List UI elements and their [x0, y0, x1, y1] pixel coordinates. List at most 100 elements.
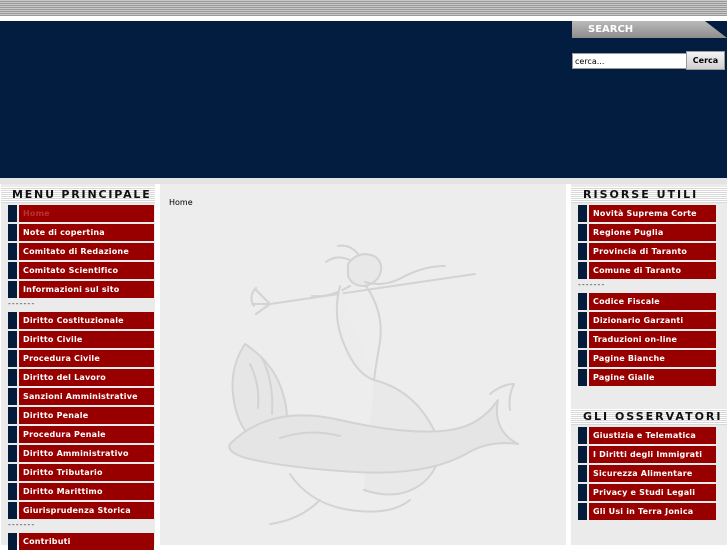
menu-item-note-di-copertina[interactable]: Note di copertina	[8, 224, 155, 241]
menu-item-informazioni[interactable]: Informazioni sul sito	[8, 281, 155, 298]
menu-item-diritto-civile[interactable]: Diritto Civile	[8, 331, 155, 348]
menu-item-label: Traduzioni on-line	[589, 331, 716, 348]
menu-separator: -------	[8, 520, 36, 529]
law-menu: Diritto Costituzionale Diritto Civile Pr…	[1, 312, 155, 519]
menu-item-bar	[8, 281, 17, 298]
menu-item-diritto-lavoro[interactable]: Diritto del Lavoro	[8, 369, 155, 386]
menu-item-bar	[8, 350, 17, 367]
menu-item-bar	[578, 224, 587, 241]
menu-item-label: Gli Usi in Terra Jonica	[589, 503, 716, 520]
siren-dolphin-illustration	[228, 244, 519, 525]
menu-item-bar	[8, 205, 17, 222]
menu-item-diritto-marittimo[interactable]: Diritto Marittimo	[8, 483, 155, 500]
menu-item-label: Comune di Taranto	[589, 262, 716, 279]
menu-item-bar	[8, 426, 17, 443]
menu-item-home[interactable]: Home	[8, 205, 155, 222]
menu-item-diritto-amministrativo[interactable]: Diritto Amministrativo	[8, 445, 155, 462]
menu-item-bar	[8, 407, 17, 424]
resource-item-suprema-corte[interactable]: Novità Suprema Corte	[578, 205, 727, 222]
resource-item-provincia-taranto[interactable]: Provincia di Taranto	[578, 243, 727, 260]
menu-item-label: Diritto Penale	[19, 407, 154, 424]
resource-item-pagine-gialle[interactable]: Pagine Gialle	[578, 369, 727, 386]
menu-item-bar	[8, 312, 17, 329]
observer-item-giustizia[interactable]: Giustizia e Telematica	[578, 427, 727, 444]
menu-item-comitato-scientifico[interactable]: Comitato Scientifico	[8, 262, 155, 279]
menu-item-bar	[8, 502, 17, 519]
menu-item-bar	[578, 503, 587, 520]
menu-item-giurisprudenza-storica[interactable]: Giurisprudenza Storica	[8, 502, 155, 519]
menu-item-bar	[8, 369, 17, 386]
observers-title: GLI OSSERVATORI	[571, 409, 727, 425]
menu-item-label: Dizionario Garzanti	[589, 312, 716, 329]
menu-item-bar	[578, 312, 587, 329]
menu-item-label: Note di copertina	[19, 224, 154, 241]
menu-item-label: Codice Fiscale	[589, 293, 716, 310]
menu-item-label: Comitato di Redazione	[19, 243, 154, 260]
menu-item-sanzioni-amministrative[interactable]: Sanzioni Amministrative	[8, 388, 155, 405]
menu-item-bar	[578, 350, 587, 367]
search-title-tab: SEARCH	[572, 21, 727, 38]
menu-item-diritto-costituzionale[interactable]: Diritto Costituzionale	[8, 312, 155, 329]
menu-item-label: Home	[19, 205, 154, 222]
menu-item-bar	[8, 224, 17, 241]
menu-item-bar	[8, 243, 17, 260]
observer-item-usi-terra-jonica[interactable]: Gli Usi in Terra Jonica	[578, 503, 727, 520]
observer-item-sicurezza[interactable]: Sicurezza Alimentare	[578, 465, 727, 482]
menu-item-label: Novità Suprema Corte	[589, 205, 716, 222]
menu-item-label: Diritto Civile	[19, 331, 154, 348]
menu-item-label: Regione Puglia	[589, 224, 716, 241]
menu-item-label: Diritto Tributario	[19, 464, 154, 481]
menu-item-bar	[8, 483, 17, 500]
menu-item-bar	[578, 484, 587, 501]
breadcrumb: Home	[169, 198, 193, 207]
menu-item-bar	[578, 331, 587, 348]
menu-item-label: Procedura Civile	[19, 350, 154, 367]
menu-item-bar	[578, 262, 587, 279]
menu-item-label: Giurisprudenza Storica	[19, 502, 154, 519]
main-content: Home	[160, 184, 566, 545]
menu-item-label: Provincia di Taranto	[589, 243, 716, 260]
resources-title: RISORSE UTILI	[571, 187, 727, 203]
menu-item-label: Diritto Marittimo	[19, 483, 154, 500]
menu-item-bar	[8, 388, 17, 405]
search-title: SEARCH	[588, 24, 634, 35]
menu-item-contributi[interactable]: Contributi	[8, 533, 155, 550]
menu-item-label: Diritto del Lavoro	[19, 369, 154, 386]
menu-item-bar	[578, 205, 587, 222]
menu-item-procedura-penale[interactable]: Procedura Penale	[8, 426, 155, 443]
menu-item-bar	[8, 331, 17, 348]
menu-item-procedura-civile[interactable]: Procedura Civile	[8, 350, 155, 367]
menu-separator: -------	[578, 280, 606, 289]
menu-item-bar	[578, 243, 587, 260]
menu-item-diritto-penale[interactable]: Diritto Penale	[8, 407, 155, 424]
menu-item-label: Comitato Scientifico	[19, 262, 154, 279]
extra-menu: Contributi	[1, 533, 155, 550]
menu-item-label: Sicurezza Alimentare	[589, 465, 716, 482]
menu-item-label: Privacy e Studi Legali	[589, 484, 716, 501]
menu-item-label: Giustizia e Telematica	[589, 427, 716, 444]
resource-item-pagine-bianche[interactable]: Pagine Bianche	[578, 350, 727, 367]
resource-item-codice-fiscale[interactable]: Codice Fiscale	[578, 293, 727, 310]
resource-item-regione-puglia[interactable]: Regione Puglia	[578, 224, 727, 241]
resource-item-dizionario[interactable]: Dizionario Garzanti	[578, 312, 727, 329]
resource-item-traduzioni[interactable]: Traduzioni on-line	[578, 331, 727, 348]
main-menu: Home Note di copertina Comitato di Redaz…	[1, 205, 155, 298]
menu-item-label: Informazioni sul sito	[19, 281, 154, 298]
resources-menu: Novità Suprema Corte Regione Puglia Prov…	[571, 205, 727, 279]
menu-item-bar	[8, 533, 17, 550]
left-sidebar: MENU PRINCIPALE Home Note di copertina C…	[1, 184, 155, 550]
search-input[interactable]	[572, 53, 689, 69]
menu-item-bar	[578, 293, 587, 310]
search-button[interactable]: Cerca	[686, 51, 725, 70]
menu-separator: -------	[8, 299, 36, 308]
observer-item-privacy[interactable]: Privacy e Studi Legali	[578, 484, 727, 501]
menu-item-comitato-redazione[interactable]: Comitato di Redazione	[8, 243, 155, 260]
menu-item-label: Procedura Penale	[19, 426, 154, 443]
menu-item-bar	[8, 262, 17, 279]
menu-item-diritto-tributario[interactable]: Diritto Tributario	[8, 464, 155, 481]
observer-item-immigrati[interactable]: I Diritti degli Immigrati	[578, 446, 727, 463]
resource-item-comune-taranto[interactable]: Comune di Taranto	[578, 262, 727, 279]
menu-item-bar	[578, 427, 587, 444]
menu-item-label: Sanzioni Amministrative	[19, 388, 154, 405]
